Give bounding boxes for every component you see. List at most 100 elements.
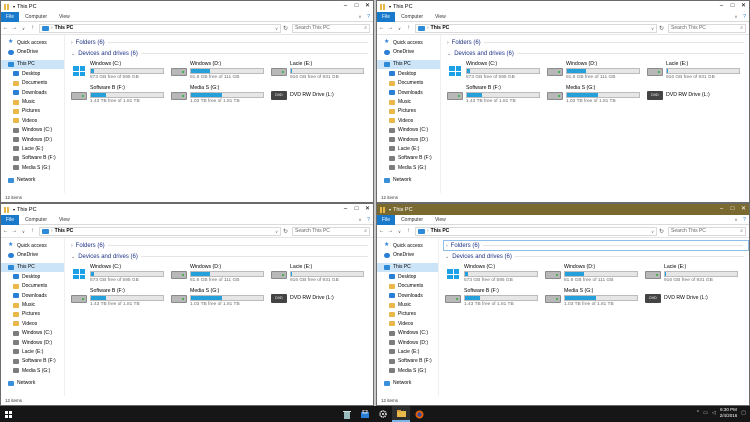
nav-item-downloads[interactable]: Downloads bbox=[1, 88, 64, 97]
nav-item-downloads[interactable]: Downloads bbox=[1, 291, 64, 300]
back-arrow-icon[interactable]: ← bbox=[377, 228, 386, 234]
group-header-folders[interactable]: › Folders (6) bbox=[447, 37, 749, 48]
nav-item-lacie-e[interactable]: Lacie (E:) bbox=[377, 144, 440, 153]
nav-item-documents[interactable]: Documents bbox=[377, 79, 440, 88]
tab-view[interactable]: View bbox=[429, 14, 452, 20]
nav-item-media-g[interactable]: Media S (G:) bbox=[1, 163, 64, 172]
nav-item-desktop[interactable]: Desktop bbox=[1, 272, 64, 281]
address-dropdown-icon[interactable]: ∨ bbox=[275, 26, 280, 31]
tab-computer[interactable]: Computer bbox=[395, 14, 429, 20]
address-dropdown-icon[interactable]: ∨ bbox=[275, 229, 280, 234]
nav-item-onedrive[interactable]: OneDrive bbox=[377, 47, 440, 56]
drive-tile[interactable]: Media S (G:) 1.03 TB free of 1.81 TB bbox=[171, 85, 271, 105]
nav-item-software-f[interactable]: Software B (F:) bbox=[377, 154, 440, 163]
nav-item-desktop[interactable]: Desktop bbox=[1, 69, 64, 78]
help-icon[interactable]: ? bbox=[364, 14, 373, 20]
nav-item-lacie-e[interactable]: Lacie (E:) bbox=[1, 347, 64, 356]
group-header-devices[interactable]: ⌄ Devices and drives (6) bbox=[445, 251, 749, 262]
nav-item-downloads[interactable]: Downloads bbox=[377, 88, 440, 97]
nav-item-software-f[interactable]: Software B (F:) bbox=[1, 154, 64, 163]
back-arrow-icon[interactable]: ← bbox=[377, 25, 386, 31]
nav-item-lacie-e[interactable]: Lacie (E:) bbox=[377, 347, 438, 356]
maximize-button[interactable]: □ bbox=[727, 204, 738, 215]
nav-item-windows-d[interactable]: Windows (D:) bbox=[1, 338, 64, 347]
title-bar[interactable]: ▾ This PC – □ ✕ bbox=[377, 1, 749, 12]
drive-tile[interactable]: DVD DVD RW Drive (L:) bbox=[271, 288, 371, 308]
nav-item-quick-access[interactable]: ★ Quick access bbox=[1, 241, 64, 250]
forward-arrow-icon[interactable]: → bbox=[386, 25, 395, 31]
group-header-folders[interactable]: › Folders (6) bbox=[71, 240, 373, 251]
nav-item-software-f[interactable]: Software B (F:) bbox=[1, 357, 64, 366]
drive-tile[interactable]: Software B (F:) 1.43 TB free of 1.81 TB bbox=[71, 85, 171, 105]
address-bar[interactable]: › This PC ∨ bbox=[415, 226, 657, 236]
up-arrow-icon[interactable]: ↑ bbox=[28, 228, 37, 234]
nav-item-quick-access[interactable]: ★ Quick access bbox=[1, 38, 64, 47]
drive-tile[interactable]: Windows (D:) 81.6 GB free of 111 GB bbox=[545, 264, 645, 284]
drive-tile[interactable]: Software B (F:) 1.43 TB free of 1.81 TB bbox=[71, 288, 171, 308]
drive-tile[interactable]: Windows (C:) 573 GB free of 595 GB bbox=[447, 61, 547, 81]
recycle-bin-icon[interactable] bbox=[338, 406, 356, 422]
nav-item-network[interactable]: Network bbox=[377, 175, 440, 184]
nav-item-windows-c[interactable]: Windows (C:) bbox=[377, 126, 440, 135]
nav-item-media-g[interactable]: Media S (G:) bbox=[377, 163, 440, 172]
nav-item-pictures[interactable]: Pictures bbox=[377, 107, 440, 116]
nav-item-onedrive[interactable]: OneDrive bbox=[1, 250, 64, 259]
nav-item-windows-c[interactable]: Windows (C:) bbox=[1, 329, 64, 338]
address-dropdown-icon[interactable]: ∨ bbox=[651, 26, 656, 31]
address-bar[interactable]: › This PC ∨ bbox=[415, 23, 657, 33]
drive-tile[interactable]: DVD DVD RW Drive (L:) bbox=[645, 288, 745, 308]
nav-item-windows-d[interactable]: Windows (D:) bbox=[377, 338, 438, 347]
nav-item-network[interactable]: Network bbox=[377, 378, 438, 387]
drive-tile[interactable]: Media S (G:) 1.03 TB free of 1.81 TB bbox=[171, 288, 271, 308]
tab-view[interactable]: View bbox=[53, 217, 76, 223]
nav-item-this-pc[interactable]: This PC bbox=[377, 262, 438, 273]
nav-item-network[interactable]: Network bbox=[1, 175, 64, 184]
drive-tile[interactable]: Lacie (E:) 916 GB free of 931 GB bbox=[271, 264, 371, 284]
nav-item-videos[interactable]: Videos bbox=[1, 319, 64, 328]
nav-item-documents[interactable]: Documents bbox=[1, 79, 64, 88]
title-bar[interactable]: ▾ This PC – □ ✕ bbox=[1, 1, 373, 12]
nav-item-media-g[interactable]: Media S (G:) bbox=[1, 366, 64, 375]
expand-ribbon-icon[interactable]: ∨ bbox=[732, 217, 740, 222]
expand-ribbon-icon[interactable]: ∨ bbox=[732, 14, 740, 19]
nav-item-videos[interactable]: Videos bbox=[1, 116, 64, 125]
forward-arrow-icon[interactable]: → bbox=[10, 228, 19, 234]
nav-item-quick-access[interactable]: ★ Quick access bbox=[377, 241, 438, 250]
minimize-button[interactable]: – bbox=[716, 1, 727, 12]
nav-item-this-pc[interactable]: This PC bbox=[1, 59, 64, 70]
group-header-folders[interactable]: › Folders (6) bbox=[443, 240, 749, 251]
nav-item-music[interactable]: Music bbox=[377, 300, 438, 309]
clock[interactable]: 6:30 PM 2/4/2016 bbox=[720, 407, 738, 419]
recent-locations-icon[interactable]: ∨ bbox=[19, 229, 28, 234]
nav-item-onedrive[interactable]: OneDrive bbox=[377, 250, 438, 259]
maximize-button[interactable]: □ bbox=[727, 1, 738, 12]
nav-item-quick-access[interactable]: ★ Quick access bbox=[377, 38, 440, 47]
title-bar[interactable]: ▾ This PC – □ ✕ bbox=[1, 204, 373, 215]
nav-item-pictures[interactable]: Pictures bbox=[377, 310, 438, 319]
expand-ribbon-icon[interactable]: ∨ bbox=[356, 14, 364, 19]
nav-item-windows-d[interactable]: Windows (D:) bbox=[377, 135, 440, 144]
group-header-folders[interactable]: › Folders (6) bbox=[71, 37, 373, 48]
close-button[interactable]: ✕ bbox=[362, 204, 373, 215]
address-dropdown-icon[interactable]: ∨ bbox=[651, 229, 656, 234]
minimize-button[interactable]: – bbox=[716, 204, 727, 215]
drive-tile[interactable]: Windows (C:) 573 GB free of 595 GB bbox=[71, 264, 171, 284]
nav-item-videos[interactable]: Videos bbox=[377, 116, 440, 125]
title-bar[interactable]: ▾ This PC – □ ✕ bbox=[377, 204, 749, 215]
tab-computer[interactable]: Computer bbox=[19, 217, 53, 223]
file-explorer-icon[interactable] bbox=[392, 406, 410, 422]
tab-view[interactable]: View bbox=[429, 217, 452, 223]
tab-computer[interactable]: Computer bbox=[19, 14, 53, 20]
maximize-button[interactable]: □ bbox=[351, 204, 362, 215]
group-header-devices[interactable]: ⌄ Devices and drives (6) bbox=[447, 48, 749, 59]
nav-item-windows-d[interactable]: Windows (D:) bbox=[1, 135, 64, 144]
tray-chevron-icon[interactable]: ^ bbox=[697, 410, 699, 416]
nav-item-this-pc[interactable]: This PC bbox=[377, 59, 440, 70]
expand-ribbon-icon[interactable]: ∨ bbox=[356, 217, 364, 222]
nav-item-music[interactable]: Music bbox=[1, 300, 64, 309]
settings-gear-icon[interactable] bbox=[374, 406, 392, 422]
nav-item-windows-c[interactable]: Windows (C:) bbox=[377, 329, 438, 338]
nav-item-music[interactable]: Music bbox=[1, 97, 64, 106]
nav-item-pictures[interactable]: Pictures bbox=[1, 310, 64, 319]
help-icon[interactable]: ? bbox=[740, 217, 749, 223]
